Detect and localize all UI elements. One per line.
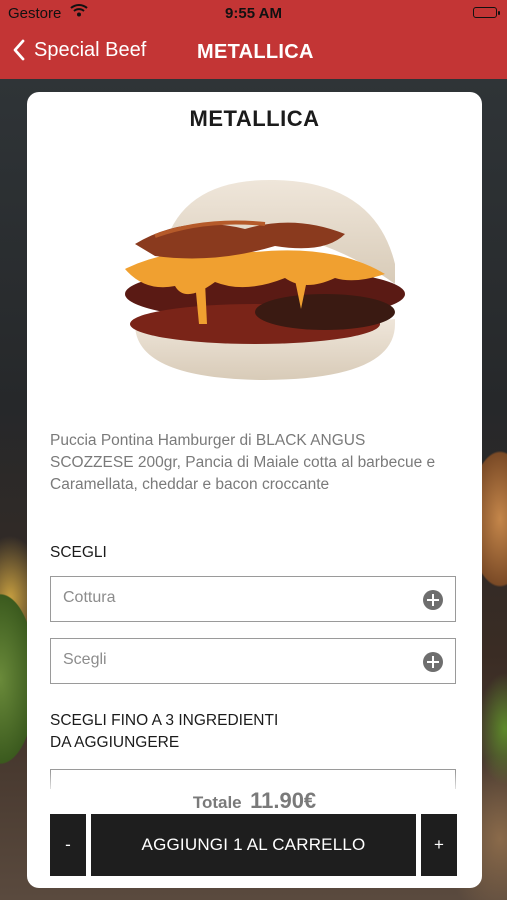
back-button[interactable]: Special Beef (12, 38, 146, 62)
scegli-placeholder: Scegli (63, 651, 107, 668)
scegli-select[interactable]: Scegli (50, 638, 456, 684)
product-image (125, 179, 405, 380)
total-row: Totale 11.90€ (27, 788, 482, 814)
total-label: Totale (192, 793, 242, 812)
chevron-left-icon (13, 39, 25, 61)
cottura-placeholder: Cottura (63, 589, 116, 606)
add-to-cart-button[interactable]: AGGIUNGI 1 AL CARRELLO (91, 814, 416, 876)
status-bar: Gestore 9:55 AM (0, 0, 507, 28)
ingredients-label-line2: DA AGGIUNGERE (50, 734, 180, 751)
product-title: METALLICA (189, 106, 320, 131)
product-description: Puccia Pontina Hamburger di BLACK ANGUS … (50, 432, 436, 493)
battery-icon (473, 7, 500, 18)
total-amount: 11.90€ (250, 788, 317, 813)
clock: 9:55 AM (225, 5, 282, 22)
product-card: METALLICA Puccia Pontina Hamburger di BL… (27, 92, 482, 888)
cottura-select[interactable]: Cottura (50, 576, 456, 622)
decrease-quantity-button[interactable]: - (50, 814, 86, 876)
increase-quantity-button[interactable]: + (421, 814, 457, 876)
options-section-label: SCEGLI (50, 544, 107, 561)
navigation-bar: Special Beef METALLICA (0, 28, 507, 79)
ingredients-section-label: SCEGLI FINO A 3 INGREDIENTI DA AGGIUNGER… (50, 710, 278, 754)
add-circle-icon (423, 652, 443, 672)
ingredients-label-line1: SCEGLI FINO A 3 INGREDIENTI (50, 712, 279, 729)
nav-title: METALLICA (197, 41, 314, 63)
back-label: Special Beef (34, 38, 147, 61)
add-circle-icon (423, 590, 443, 610)
